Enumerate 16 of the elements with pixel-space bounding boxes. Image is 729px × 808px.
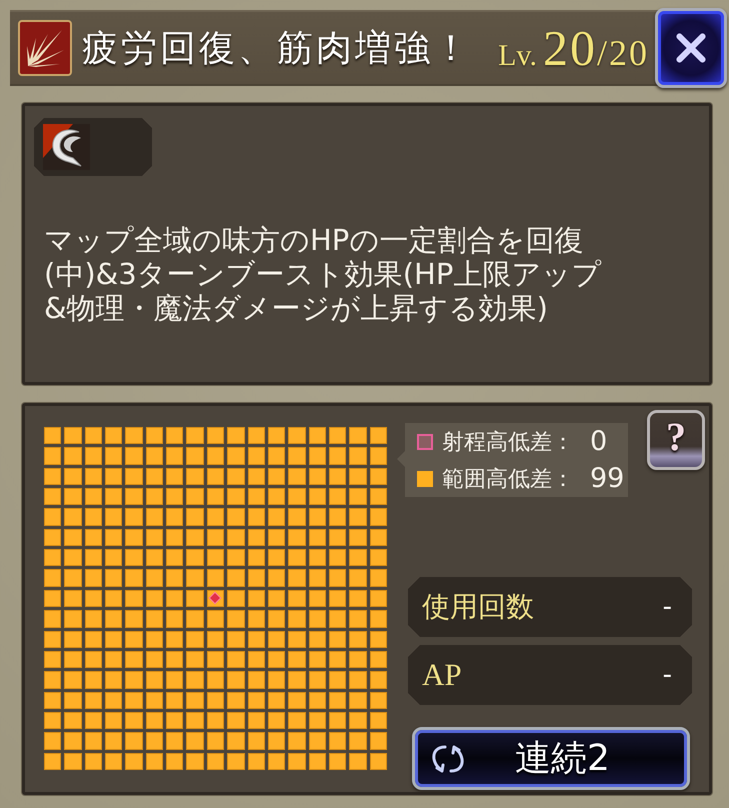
stat-label: 使用回数 xyxy=(422,589,534,625)
stat-value: - xyxy=(662,592,672,622)
burst-icon xyxy=(18,20,72,76)
stat-value: - xyxy=(662,660,672,690)
legend-value: 0 xyxy=(590,426,608,457)
close-button[interactable] xyxy=(655,8,727,88)
skill-description: マップ全域の味方のHPの一定割合を回復(中)&3ターンブースト効果(HP上限アップ&物理・魔法ダメージが上昇する効果) xyxy=(44,223,602,325)
legend-label: 射程高低差： xyxy=(442,428,574,456)
help-button[interactable]: ? xyxy=(647,410,705,470)
stat-label: AP xyxy=(422,657,462,693)
chain-button[interactable]: 連続2 xyxy=(412,727,690,790)
skill-level: Lv.20/20 xyxy=(498,19,649,77)
legend-label: 範囲高低差： xyxy=(442,466,574,494)
crescent-slash-icon xyxy=(43,124,90,170)
legend-value: 99 xyxy=(590,463,624,494)
skill-title: 疲労回復、筋肉増強！ xyxy=(82,26,472,70)
